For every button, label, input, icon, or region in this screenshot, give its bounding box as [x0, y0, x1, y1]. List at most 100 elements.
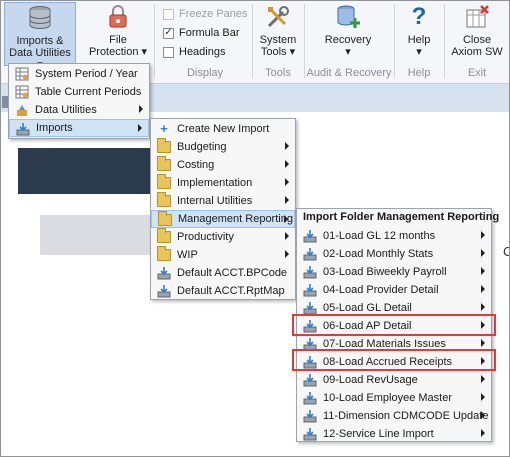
blurred-content [40, 215, 150, 255]
file-protection-label-line1: File [109, 34, 127, 46]
menu-item-costing[interactable]: Costing [151, 156, 295, 174]
dropdown-caret-icon: ▾ [416, 46, 422, 58]
menu-item-productivity[interactable]: Productivity [151, 228, 295, 246]
menu-item-label: Implementation [177, 177, 253, 189]
menu-item-label: Default ACCT.BPCode [177, 267, 288, 279]
callout-highlight-ap-detail [292, 314, 496, 336]
menu-item-label: Default ACCT.RptMap [177, 285, 285, 297]
submenu-arrow-icon [284, 215, 288, 223]
menu-item-import-04[interactable]: 04-Load Provider Detail [297, 281, 491, 299]
imports-label-line1: Imports & [16, 35, 64, 47]
ribbon-separator [394, 4, 395, 78]
submenu-arrow-icon [285, 196, 289, 204]
checkbox-unchecked-icon [163, 46, 174, 58]
recovery-button[interactable]: Recovery ▾ [310, 2, 386, 66]
file-protection-label-line2: Protection [88, 46, 139, 58]
plus-icon: + [160, 121, 168, 136]
menu-item-import-09[interactable]: 09-Load RevUsage [297, 371, 491, 389]
callout-highlight-accrued-receipts [292, 349, 496, 371]
menu-item-data-utilities[interactable]: Data Utilities [9, 101, 149, 119]
submenu-arrow-icon [481, 393, 485, 401]
help-label: Help [407, 34, 431, 46]
menu-item-label: WIP [177, 249, 198, 261]
menu-item-label: System Period / Year [35, 68, 138, 80]
menu-item-import-03[interactable]: 03-Load Biweekly Payroll [297, 263, 491, 281]
close-label-line2: Axiom SW [451, 46, 503, 58]
import-file-icon [157, 266, 171, 280]
audit-recovery-group-label: Audit & Recovery [306, 67, 392, 79]
file-protection-button[interactable]: File Protection ▾ [86, 2, 150, 66]
system-tools-button[interactable]: System Tools ▾ [256, 2, 300, 66]
import-file-icon [303, 265, 317, 279]
menu-item-label: Data Utilities [35, 104, 97, 116]
submenu-arrow-icon [481, 249, 485, 257]
tools-group-label: Tools [265, 67, 291, 79]
system-tools-label-line1: System [259, 34, 297, 46]
menu-item-imports[interactable]: Imports [9, 119, 149, 137]
menu-item-default-acct-rptmap[interactable]: Default ACCT.RptMap [151, 282, 295, 300]
menu-item-budgeting[interactable]: Budgeting [151, 138, 295, 156]
freeze-panes-checkbox[interactable]: Freeze Panes [163, 5, 247, 23]
menu-item-implementation[interactable]: Implementation [151, 174, 295, 192]
menu-item-import-01[interactable]: 01-Load GL 12 months [297, 227, 491, 245]
menu-item-management-reporting[interactable]: Management Reporting [151, 210, 295, 228]
submenu-arrow-icon [285, 160, 289, 168]
help-button[interactable]: ? Help ▾ [400, 2, 438, 66]
menu-item-label: Costing [177, 159, 215, 171]
import-file-icon [303, 373, 317, 387]
dropdown-caret-icon: ▾ [141, 46, 148, 58]
ribbon-separator [304, 4, 305, 78]
ribbon-separator [154, 4, 155, 78]
menu-item-label: 01-Load GL 12 months [323, 230, 436, 242]
menu-item-import-02[interactable]: 02-Load Monthly Stats [297, 245, 491, 263]
imports-data-utilities-button[interactable]: Imports & Data Utilities ▾ [4, 2, 76, 71]
menu-item-import-11[interactable]: 11-Dimension CDMCODE Update [297, 407, 491, 425]
lock-icon [103, 4, 133, 30]
folder-icon [157, 192, 171, 207]
submenu-arrow-icon [139, 105, 143, 113]
import-file-icon [303, 301, 317, 315]
menu-item-label: 03-Load Biweekly Payroll [323, 266, 447, 278]
menu-item-table-current-periods[interactable]: Table Current Periods [9, 83, 149, 101]
menu-item-label: Management Reporting [178, 213, 293, 225]
submenu-arrow-icon [481, 411, 485, 419]
ribbon-separator [252, 4, 253, 78]
freeze-panes-label: Freeze Panes [179, 8, 248, 20]
submenu-arrow-icon [481, 429, 485, 437]
submenu-arrow-icon [481, 231, 485, 239]
database-icon [25, 5, 55, 31]
import-file-icon [303, 427, 317, 441]
menu-item-internal-utilities[interactable]: Internal Utilities [151, 192, 295, 210]
submenu-arrow-icon [481, 339, 485, 347]
checkbox-checked-icon: ✓ [163, 27, 174, 39]
exit-group-label: Exit [467, 67, 487, 79]
menu-item-label: 09-Load RevUsage [323, 374, 418, 386]
submenu-arrow-icon [285, 232, 289, 240]
formula-bar-label: Formula Bar [179, 27, 240, 39]
folder-icon [157, 138, 171, 153]
menu-item-label: Productivity [177, 231, 234, 243]
recovery-label: Recovery [324, 34, 372, 46]
menu-item-create-new-import[interactable]: + Create New Import [151, 120, 295, 138]
close-label-line1: Close [462, 34, 492, 46]
menu-item-system-period[interactable]: System Period / Year [9, 65, 149, 83]
headings-checkbox[interactable]: Headings [163, 43, 225, 61]
tools-icon [263, 4, 293, 30]
utilities-icon [15, 103, 29, 117]
close-axiom-button[interactable]: Close Axiom SW [448, 2, 506, 66]
menu-item-label: Internal Utilities [177, 195, 253, 207]
menu-item-label: 12-Service Line Import [323, 428, 434, 440]
folder-icon [158, 211, 172, 226]
submenu-arrow-icon [481, 375, 485, 383]
folder-icon [157, 156, 171, 171]
ribbon-separator [444, 4, 445, 78]
formula-bar-checkbox[interactable]: ✓ Formula Bar [163, 24, 240, 42]
menu-item-label: Create New Import [177, 123, 270, 135]
menu-item-wip[interactable]: WIP [151, 246, 295, 264]
menu-item-import-10[interactable]: 10-Load Employee Master [297, 389, 491, 407]
menu-item-label: Table Current Periods [35, 86, 142, 98]
menu-item-import-12[interactable]: 12-Service Line Import [297, 425, 491, 443]
menu-item-default-acct-bpcode[interactable]: Default ACCT.BPCode [151, 264, 295, 282]
submenu-arrow-icon [481, 267, 485, 275]
import-file-icon [303, 409, 317, 423]
